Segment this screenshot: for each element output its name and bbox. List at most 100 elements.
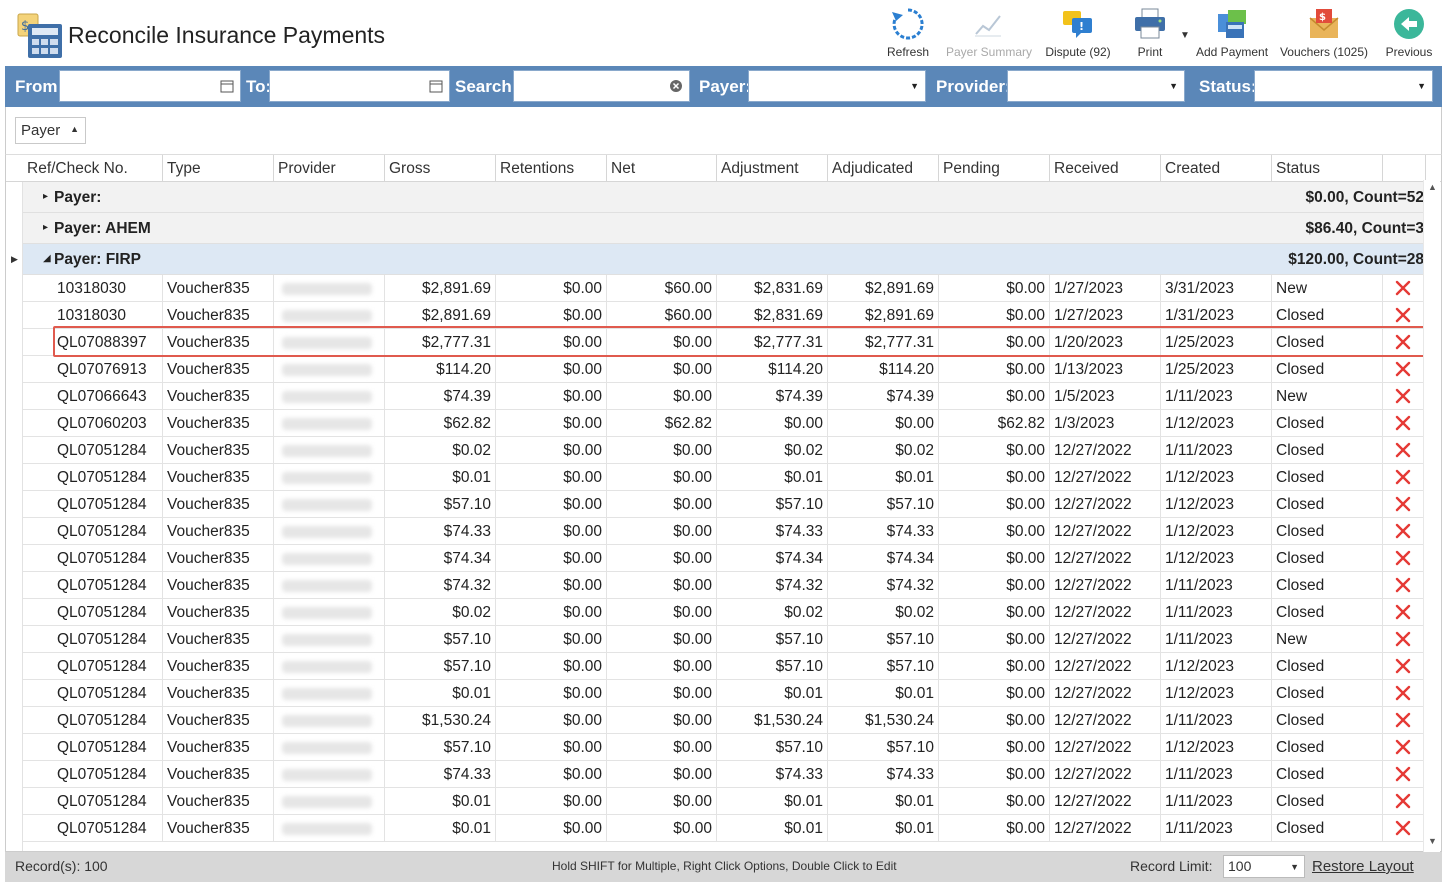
delete-icon[interactable] xyxy=(1393,790,1413,812)
group-chip-payer[interactable]: Payer ▲ xyxy=(15,117,86,144)
previous-button[interactable]: Previous xyxy=(1384,6,1434,64)
cell-created: 1/12/2023 xyxy=(1161,518,1272,545)
cell-ref-check-no: QL07051284 xyxy=(23,653,163,680)
delete-icon[interactable] xyxy=(1393,277,1413,299)
table-row[interactable]: QL07060203 Voucher835 $62.82 $0.00 $62.82 $0.… xyxy=(23,410,1426,437)
delete-icon[interactable] xyxy=(1393,736,1413,758)
column-header-ref-check-no[interactable]: Ref/Check No. xyxy=(23,155,163,182)
dispute-button[interactable]: ! Dispute (92) xyxy=(1044,6,1112,64)
column-header-type[interactable]: Type xyxy=(163,155,274,182)
column-header-pending[interactable]: Pending xyxy=(939,155,1050,182)
table-row[interactable]: QL07051284 Voucher835 $74.33 $0.00 $0.00 $74.… xyxy=(23,518,1426,545)
provider-select[interactable]: ▼ xyxy=(1007,70,1185,102)
delete-icon[interactable] xyxy=(1393,493,1413,515)
table-row[interactable]: QL07051284 Voucher835 $74.33 $0.00 $0.00 $74.… xyxy=(23,761,1426,788)
delete-icon[interactable] xyxy=(1393,601,1413,623)
vouchers-button[interactable]: $ Vouchers (1025) xyxy=(1279,6,1369,64)
payer-select[interactable]: ▼ xyxy=(748,70,926,102)
expand-arrow-icon[interactable]: ▸ xyxy=(43,191,48,202)
table-row[interactable]: QL07051284 Voucher835 $0.01 $0.00 $0.00 $0.01… xyxy=(23,788,1426,815)
column-header-net[interactable]: Net xyxy=(607,155,717,182)
table-row[interactable]: QL07051284 Voucher835 $0.02 $0.00 $0.00 $0.02… xyxy=(23,437,1426,464)
refresh-button[interactable]: Refresh xyxy=(884,6,932,64)
cell-net: $0.00 xyxy=(607,707,717,734)
delete-icon[interactable] xyxy=(1393,628,1413,650)
delete-icon[interactable] xyxy=(1393,709,1413,731)
restore-layout-link[interactable]: Restore Layout xyxy=(1312,858,1414,875)
group-row[interactable]: ◢ Payer: FIRP $120.00, Count=28 xyxy=(23,244,1426,275)
column-header-gross[interactable]: Gross xyxy=(385,155,496,182)
table-row[interactable]: QL07051284 Voucher835 $0.01 $0.00 $0.00 $0.01… xyxy=(23,464,1426,491)
table-row[interactable]: QL07051284 Voucher835 $0.02 $0.00 $0.00 $0.02… xyxy=(23,599,1426,626)
cell-pending: $0.00 xyxy=(939,653,1050,680)
cell-retentions: $0.00 xyxy=(496,572,607,599)
from-date-input[interactable] xyxy=(59,70,241,102)
group-row[interactable]: ▸ Payer: AHEM $86.40, Count=3 xyxy=(23,213,1426,244)
table-row[interactable]: QL07051284 Voucher835 $74.34 $0.00 $0.00 $74.… xyxy=(23,545,1426,572)
delete-icon[interactable] xyxy=(1393,412,1413,434)
delete-icon[interactable] xyxy=(1393,817,1413,839)
column-header-received[interactable]: Received xyxy=(1050,155,1161,182)
status-select[interactable]: ▼ xyxy=(1254,70,1433,102)
vertical-scrollbar[interactable]: ▲ ▼ xyxy=(1423,180,1440,852)
table-row[interactable]: QL07051284 Voucher835 $1,530.24 $0.00 $0.00 $… xyxy=(23,707,1426,734)
calendar-icon[interactable] xyxy=(429,79,443,93)
column-header-provider[interactable]: Provider xyxy=(274,155,385,182)
group-row[interactable]: ▸ Payer: $0.00, Count=52 xyxy=(23,182,1426,213)
cell-pending: $0.00 xyxy=(939,626,1050,653)
table-row[interactable]: QL07051284 Voucher835 $74.32 $0.00 $0.00 $74.… xyxy=(23,572,1426,599)
delete-icon[interactable] xyxy=(1393,520,1413,542)
expand-arrow-icon[interactable]: ▸ xyxy=(43,222,48,233)
table-row[interactable]: 10318030 Voucher835 $2,891.69 $0.00 $60.00 $2… xyxy=(23,275,1426,302)
table-row[interactable]: QL07088397 Voucher835 $2,777.31 $0.00 $0.00 $… xyxy=(23,329,1426,356)
column-header-adjustment[interactable]: Adjustment xyxy=(717,155,828,182)
table-row[interactable]: QL07051284 Voucher835 $0.01 $0.00 $0.00 $0.01… xyxy=(23,815,1426,842)
delete-icon[interactable] xyxy=(1393,439,1413,461)
delete-icon[interactable] xyxy=(1393,547,1413,569)
table-row[interactable]: 10318030 Voucher835 $2,891.69 $0.00 $60.00 $2… xyxy=(23,302,1426,329)
scroll-up-icon[interactable]: ▲ xyxy=(1428,182,1437,192)
collapse-arrow-icon[interactable]: ◢ xyxy=(43,253,51,264)
delete-icon[interactable] xyxy=(1393,331,1413,353)
delete-icon[interactable] xyxy=(1393,358,1413,380)
column-header-created[interactable]: Created xyxy=(1161,155,1272,182)
payer-summary-button[interactable]: Payer Summary xyxy=(946,6,1032,64)
table-row[interactable]: QL07076913 Voucher835 $114.20 $0.00 $0.00 $11… xyxy=(23,356,1426,383)
delete-icon[interactable] xyxy=(1393,385,1413,407)
redacted-provider xyxy=(282,715,372,727)
cell-received: 12/27/2022 xyxy=(1050,680,1161,707)
calendar-icon[interactable] xyxy=(220,79,234,93)
scroll-down-icon[interactable]: ▼ xyxy=(1428,836,1437,846)
record-limit-select[interactable]: 100 ▼ xyxy=(1223,855,1305,878)
delete-icon[interactable] xyxy=(1393,574,1413,596)
cell-received: 1/13/2023 xyxy=(1050,356,1161,383)
search-input[interactable] xyxy=(513,70,690,102)
delete-icon[interactable] xyxy=(1393,763,1413,785)
clear-search-icon[interactable] xyxy=(669,79,683,93)
print-dropdown-caret-icon[interactable]: ▼ xyxy=(1180,30,1190,41)
delete-icon[interactable] xyxy=(1393,682,1413,704)
table-row[interactable]: QL07051284 Voucher835 $57.10 $0.00 $0.00 $57.… xyxy=(23,491,1426,518)
column-header-retentions[interactable]: Retentions xyxy=(496,155,607,182)
to-date-input[interactable] xyxy=(269,70,450,102)
cell-received: 12/27/2022 xyxy=(1050,626,1161,653)
table-row[interactable]: QL07051284 Voucher835 $57.10 $0.00 $0.00 $57.… xyxy=(23,626,1426,653)
add-payment-button[interactable]: Add Payment xyxy=(1196,6,1268,64)
table-row[interactable]: QL07066643 Voucher835 $74.39 $0.00 $0.00 $74.… xyxy=(23,383,1426,410)
print-label: Print xyxy=(1137,45,1163,59)
cell-adjustment: $0.02 xyxy=(717,599,828,626)
cell-gross: $74.34 xyxy=(385,545,496,572)
cell-ref-check-no: QL07051284 xyxy=(23,788,163,815)
delete-icon[interactable] xyxy=(1393,466,1413,488)
delete-icon[interactable] xyxy=(1393,304,1413,326)
redacted-provider xyxy=(282,364,372,376)
delete-icon[interactable] xyxy=(1393,655,1413,677)
cell-status: Closed xyxy=(1272,707,1383,734)
print-button[interactable]: Print xyxy=(1130,6,1170,64)
table-row[interactable]: QL07051284 Voucher835 $57.10 $0.00 $0.00 $57.… xyxy=(23,734,1426,761)
cell-retentions: $0.00 xyxy=(496,275,607,302)
column-header-status[interactable]: Status xyxy=(1272,155,1383,182)
table-row[interactable]: QL07051284 Voucher835 $0.01 $0.00 $0.00 $0.01… xyxy=(23,680,1426,707)
table-row[interactable]: QL07051284 Voucher835 $57.10 $0.00 $0.00 $57.… xyxy=(23,653,1426,680)
column-header-adjudicated[interactable]: Adjudicated xyxy=(828,155,939,182)
